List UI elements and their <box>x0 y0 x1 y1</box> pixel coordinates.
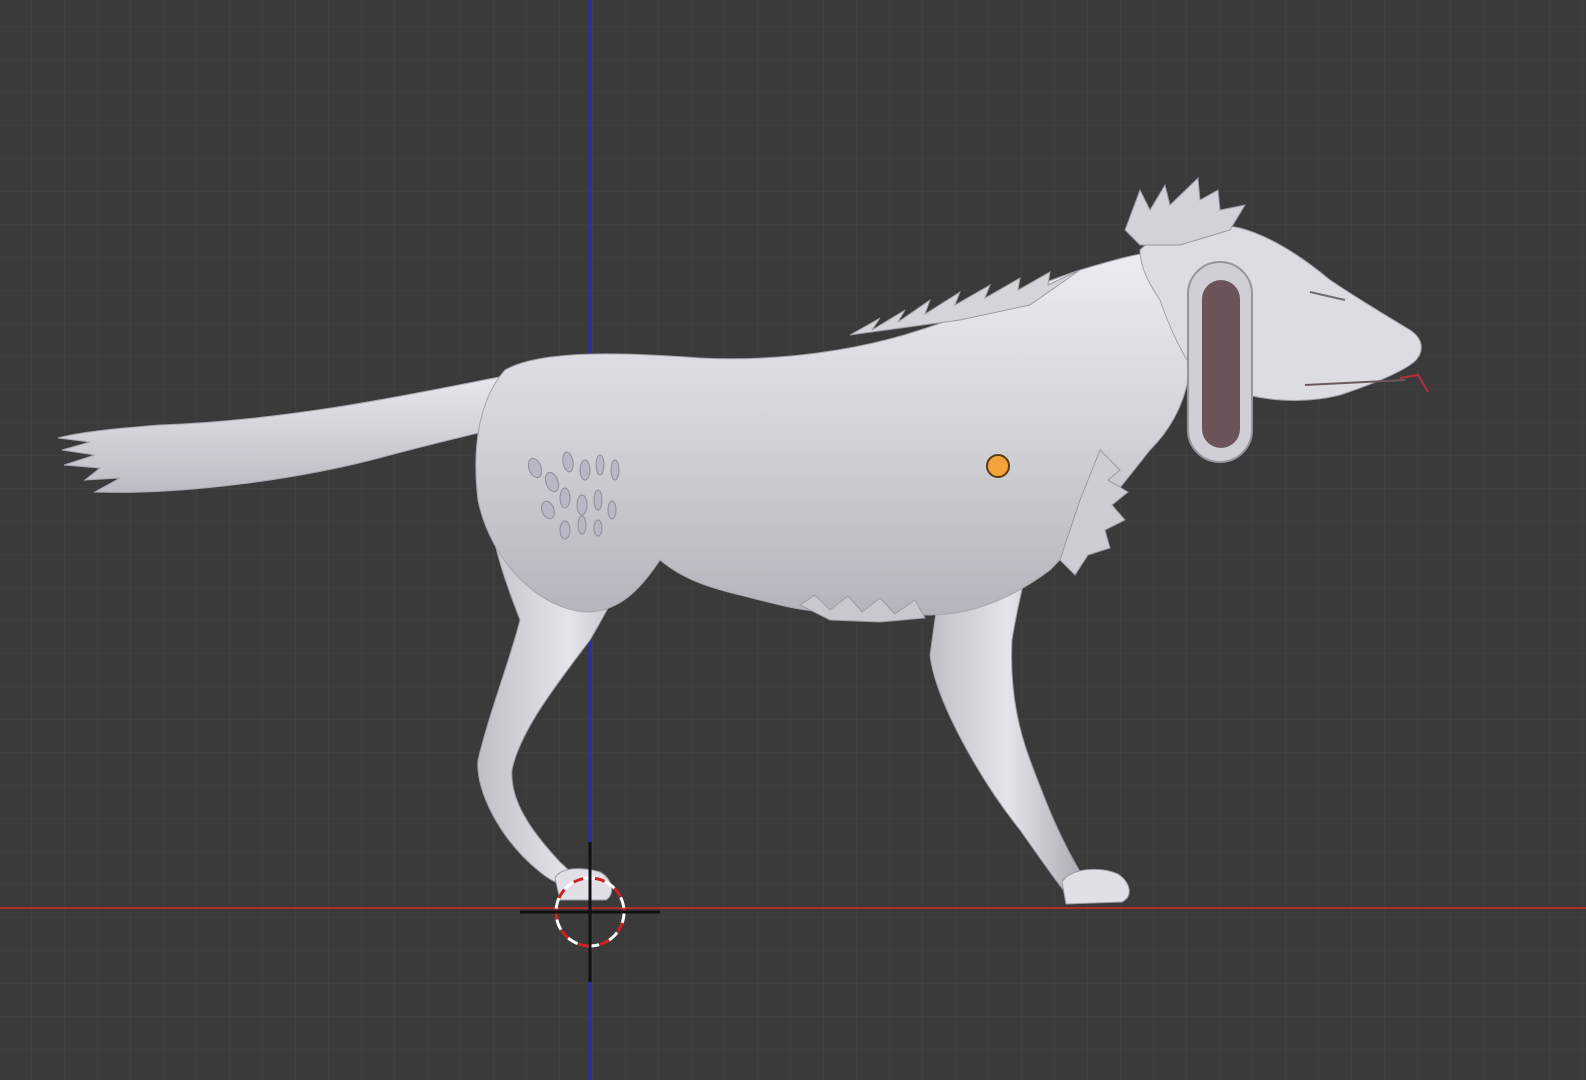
3d-viewport[interactable] <box>0 0 1586 1080</box>
object-origin-dot[interactable] <box>986 454 1010 478</box>
wolf-hind-paw <box>554 868 613 901</box>
wolf-ear <box>1187 261 1253 463</box>
wolf-front-paw <box>1061 868 1130 905</box>
viewport-canvas[interactable] <box>0 0 1586 1080</box>
